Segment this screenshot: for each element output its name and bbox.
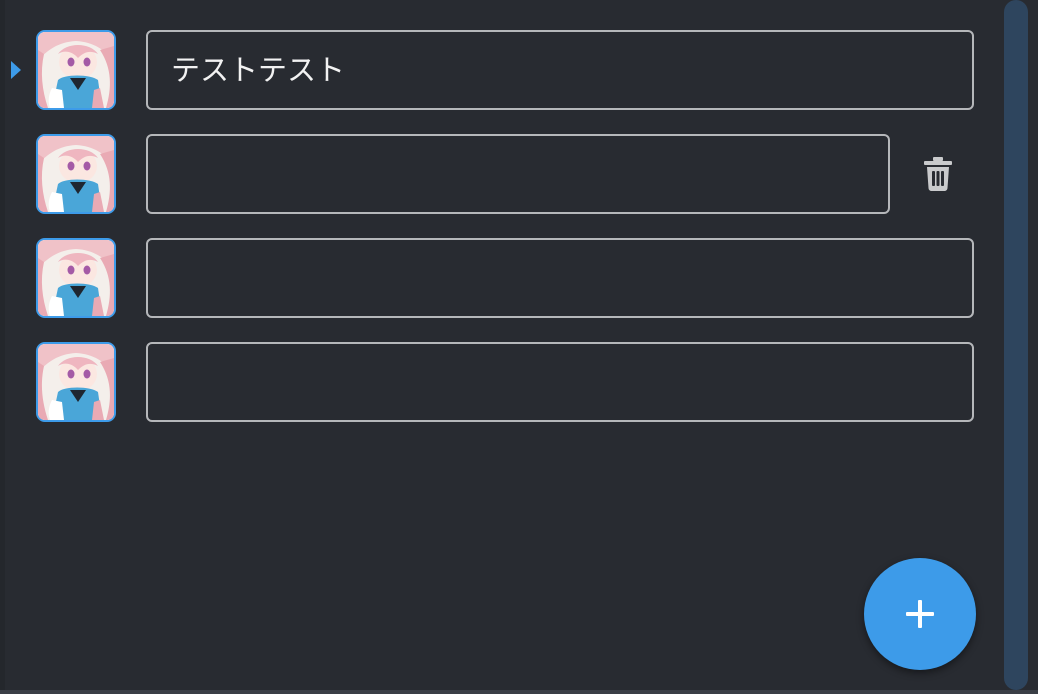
list-item: テストテスト [0,30,1000,110]
text-field[interactable] [146,134,890,214]
list-item [0,238,1000,318]
anime-girl-avatar-icon [38,240,114,316]
avatar[interactable] [36,30,116,110]
list-item [0,134,1000,214]
caret-right-icon [11,61,21,79]
anime-girl-avatar-icon [38,136,114,212]
bottom-edge-divider [0,690,1038,694]
editor-panel: テストテスト [0,0,1038,694]
text-field[interactable] [146,238,974,318]
anime-girl-avatar-icon [38,32,114,108]
avatar[interactable] [36,238,116,318]
anime-girl-avatar-icon [38,344,114,420]
delete-button[interactable] [916,152,960,196]
text-field[interactable] [146,342,974,422]
trash-icon [924,157,952,191]
list-item [0,342,1000,422]
text-field[interactable]: テストテスト [146,30,974,110]
avatar[interactable] [36,342,116,422]
plus-icon [906,600,934,628]
scrollbar[interactable] [1004,0,1028,690]
avatar[interactable] [36,134,116,214]
add-button[interactable] [864,558,976,670]
